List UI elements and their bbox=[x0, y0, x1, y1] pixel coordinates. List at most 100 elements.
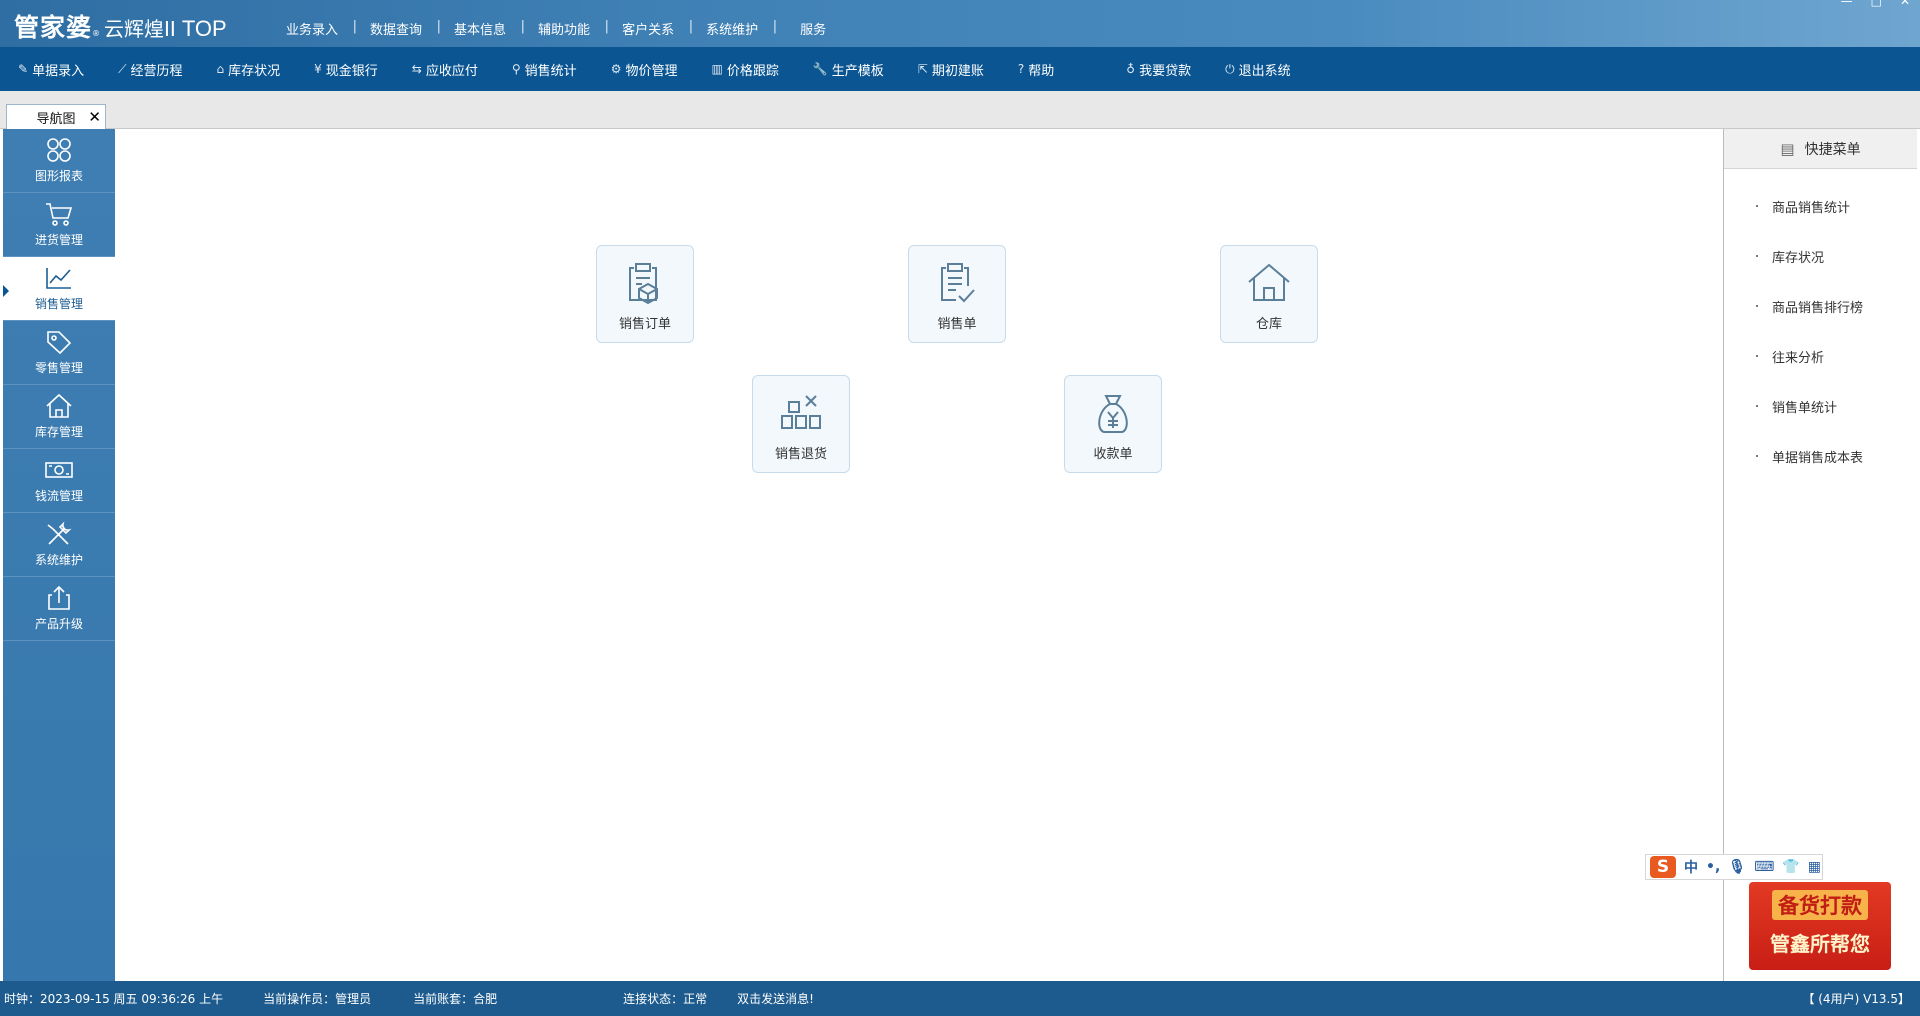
quick-menu-item[interactable]: 往来分析 bbox=[1724, 331, 1917, 381]
tile-label: 仓库 bbox=[1255, 317, 1282, 332]
top-menu-item[interactable]: 客户关系 bbox=[606, 19, 693, 38]
toolbar-button-ar-ap[interactable]: ⇆ 应收应付 bbox=[412, 60, 478, 79]
top-menu-item[interactable]: 基本信息 bbox=[438, 19, 525, 38]
status-message[interactable]: 双击发送消息! bbox=[737, 990, 814, 1007]
minimize-icon[interactable]: — bbox=[1841, 0, 1853, 8]
toolbar-button-entry[interactable]: ✎ 单据录入 bbox=[18, 60, 84, 79]
toolbar-label: 物价管理 bbox=[625, 63, 678, 79]
toolbar-label: 单据录入 bbox=[32, 63, 85, 79]
power-icon: ⏻ bbox=[1225, 61, 1235, 76]
toolbar-button-cash[interactable]: ¥ 现金银行 bbox=[314, 60, 378, 79]
toolbar-button-loan[interactable]: ♁ 我要贷款 bbox=[1126, 60, 1191, 79]
toolbar-button-help[interactable]: ? 帮助 bbox=[1018, 60, 1054, 79]
shirt-icon[interactable]: 👕 bbox=[1782, 859, 1799, 875]
status-version: 【 (4用户) V13.5】 bbox=[1802, 992, 1910, 1006]
window-controls: — □ ✕ bbox=[1841, 0, 1910, 8]
tile-sales-return[interactable]: 销售退货 bbox=[752, 375, 850, 473]
quick-menu-item[interactable]: 单据销售成本表 bbox=[1724, 431, 1917, 481]
status-connection: 连接状态：正常 bbox=[623, 992, 708, 1006]
toolbar-button-history[interactable]: ⟋ 经营历程 bbox=[118, 60, 182, 79]
sidebar-item-purchase[interactable]: 进货管理 bbox=[3, 193, 115, 257]
top-menu-item[interactable]: 业务录入 bbox=[270, 19, 357, 38]
upload-icon bbox=[48, 585, 70, 610]
sidebar-item-charts[interactable]: 图形报表 bbox=[3, 129, 115, 193]
gear-icon: ⚙ bbox=[610, 62, 622, 76]
toolbar-label: 经营历程 bbox=[130, 63, 183, 79]
promo-line-2: 管鑫所帮您 bbox=[1770, 932, 1870, 956]
sidebar-item-cashflow[interactable]: 钱流管理 bbox=[3, 449, 115, 513]
sidebar-item-inventory[interactable]: 库存管理 bbox=[3, 385, 115, 449]
tile-label: 销售单 bbox=[937, 317, 977, 332]
quick-menu-item[interactable]: 销售单统计 bbox=[1724, 381, 1917, 431]
brand-product: 云辉煌II bbox=[104, 17, 176, 41]
quick-menu-list: 商品销售统计 库存状况 商品销售排行榜 往来分析 销售单统计 单据销售成本表 bbox=[1724, 169, 1917, 481]
sidebar-item-maintenance[interactable]: 系统维护 bbox=[3, 513, 115, 577]
sidebar-item-label: 图形报表 bbox=[34, 169, 83, 183]
keyboard-icon[interactable]: ⌨ bbox=[1754, 859, 1774, 875]
external-link-icon: ⇱ bbox=[917, 62, 928, 76]
top-menu-item[interactable]: 数据查询 bbox=[354, 19, 441, 38]
yen-icon: ¥ bbox=[314, 62, 322, 76]
toolbar-button-sales-stats[interactable]: ⚲ 销售统计 bbox=[512, 60, 577, 79]
bullet-icon bbox=[1756, 305, 1758, 307]
toolbar-button-production[interactable]: 🔧 生产模板 bbox=[813, 60, 884, 79]
quick-menu-header: ▤ 快捷菜单 bbox=[1724, 129, 1917, 169]
promo-line-1: 备货打款 bbox=[1772, 890, 1868, 920]
ime-logo[interactable]: S bbox=[1650, 856, 1676, 878]
line-chart-icon: ⟋ bbox=[118, 61, 127, 76]
close-icon[interactable]: ✕ bbox=[1900, 0, 1910, 8]
tile-sales-doc[interactable]: 销售单 bbox=[908, 245, 1006, 343]
status-operator: 当前操作员：管理员 bbox=[263, 992, 372, 1006]
title-bar: 管家婆 ® 云辉煌II TOP 业务录入 数据查询 基本信息 辅助功能 客户关系… bbox=[0, 0, 1920, 47]
close-icon[interactable]: ✕ bbox=[88, 108, 101, 126]
sidebar-item-label: 库存管理 bbox=[34, 425, 83, 439]
return-icon bbox=[781, 395, 821, 429]
tile-warehouse[interactable]: 仓库 bbox=[1220, 245, 1318, 343]
toolbar-label: 销售统计 bbox=[524, 63, 577, 79]
wrench-icon: 🔧 bbox=[812, 62, 828, 76]
toolbar-button-price-mgmt[interactable]: ⚙ 物价管理 bbox=[611, 60, 678, 79]
promo-banner[interactable]: 备货打款 管鑫所帮您 bbox=[1749, 882, 1891, 970]
sidebar-item-retail[interactable]: 零售管理 bbox=[3, 321, 115, 385]
warehouse-icon bbox=[1248, 263, 1290, 301]
apps-icon[interactable]: ▦ bbox=[1808, 859, 1821, 875]
edit-icon: ✎ bbox=[18, 62, 29, 76]
toolbar-label: 退出系统 bbox=[1238, 63, 1291, 79]
toolbar-button-stock[interactable]: ⌂ 库存状况 bbox=[217, 60, 281, 79]
toolbar-button-exit[interactable]: ⏻ 退出系统 bbox=[1225, 60, 1291, 79]
cart-icon bbox=[46, 203, 73, 226]
top-menu-item[interactable]: 辅助功能 bbox=[522, 19, 609, 38]
quick-menu-item-label: 单据销售成本表 bbox=[1772, 450, 1864, 466]
brand-edition: TOP bbox=[181, 16, 227, 41]
quick-menu-item[interactable]: 商品销售排行榜 bbox=[1724, 281, 1917, 331]
toolbar-label: 我要贷款 bbox=[1139, 63, 1192, 79]
top-menu-item[interactable]: 服务 bbox=[784, 19, 842, 38]
tile-label: 销售订单 bbox=[618, 317, 671, 332]
sidebar-item-sales[interactable]: 销售管理 bbox=[3, 257, 115, 321]
toolbar-button-price-track[interactable]: ▥ 价格跟踪 bbox=[711, 60, 778, 79]
quick-menu-item-label: 商品销售统计 bbox=[1772, 200, 1851, 216]
tile-receipt[interactable]: 收款单 bbox=[1064, 375, 1162, 473]
money-bag-icon bbox=[1098, 395, 1128, 433]
quick-menu-item-label: 库存状况 bbox=[1772, 250, 1825, 266]
home-icon: ⌂ bbox=[216, 62, 225, 76]
mic-icon[interactable]: 🎙 bbox=[1728, 859, 1746, 875]
sidebar-item-label: 钱流管理 bbox=[34, 489, 83, 503]
main-toolbar: ✎ 单据录入 ⟋ 经营历程 ⌂ 库存状况 ¥ 现金银行 ⇆ 应收应付 ⚲ 销售统计 ⚙ 物价管… bbox=[0, 47, 1920, 91]
ime-toolbar[interactable]: S 中 •, 🎙 ⌨ 👕 ▦ bbox=[1645, 854, 1823, 880]
status-bar: 时钟：2023-09-15 周五 09:36:26 上午 当前操作员：管理员 当… bbox=[0, 981, 1920, 1016]
tab-navigation[interactable]: 导航图 ✕ bbox=[6, 104, 106, 129]
quick-menu-item[interactable]: 商品销售统计 bbox=[1724, 181, 1917, 231]
app-logo: 管家婆 ® 云辉煌II TOP bbox=[14, 8, 227, 44]
maximize-icon[interactable]: □ bbox=[1871, 0, 1882, 8]
top-menu-item[interactable]: 系统维护 bbox=[690, 19, 777, 38]
sidebar-item-upgrade[interactable]: 产品升级 bbox=[3, 577, 115, 641]
brand-name: 管家婆 bbox=[14, 13, 93, 42]
exchange-icon: ⇆ bbox=[411, 62, 422, 76]
grid-icon bbox=[47, 138, 71, 162]
quick-menu-item[interactable]: 库存状况 bbox=[1724, 231, 1917, 281]
ime-punctuation-toggle[interactable]: •, bbox=[1706, 859, 1720, 875]
ime-mode-toggle[interactable]: 中 bbox=[1684, 857, 1698, 877]
tile-sales-order[interactable]: 销售订单 bbox=[596, 245, 694, 343]
toolbar-button-opening[interactable]: ⇱ 期初建账 bbox=[918, 60, 984, 79]
